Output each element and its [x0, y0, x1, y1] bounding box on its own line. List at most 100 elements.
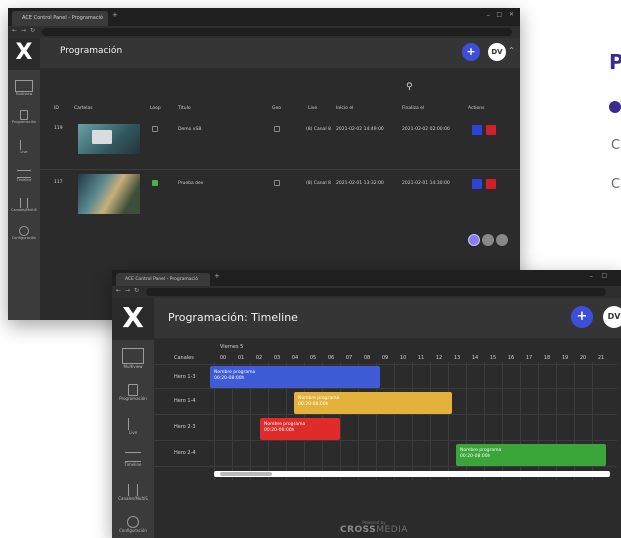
browser-tab[interactable]: ACE Control Panel - Programació: [116, 273, 210, 286]
program-block[interactable]: Nombre programa 00:20-08:00h: [210, 366, 380, 388]
address-field[interactable]: [42, 28, 512, 36]
sidebar-item-label: Live: [20, 150, 28, 154]
nav-forward-icon[interactable]: →: [125, 287, 130, 294]
hour-label: 09: [381, 355, 389, 361]
column-header: Título: [178, 106, 191, 111]
chevron-up-icon[interactable]: ^: [509, 47, 514, 54]
column-header: Live: [308, 106, 318, 111]
maximize-icon[interactable]: □: [601, 272, 607, 279]
list-icon: [128, 418, 138, 430]
hour-label: 10: [399, 355, 407, 361]
hour-label: 21: [597, 355, 605, 361]
calendar-icon: [20, 110, 28, 120]
geo-checkbox[interactable]: [274, 180, 280, 186]
sidebar-item-live[interactable]: Live: [8, 140, 40, 154]
pencil-icon[interactable]: [472, 125, 482, 135]
grid-icon: [15, 80, 33, 92]
sidebar-item-label: Timeline: [16, 178, 32, 182]
browser-tab-bar: ACE Control Panel - Programació + – □: [112, 270, 621, 286]
row-title: Demo vSB: [178, 127, 202, 132]
add-button[interactable]: +: [462, 43, 480, 61]
footer-brand: Powered by CROSSMEDIA: [340, 520, 408, 535]
nav-back-icon[interactable]: ←: [12, 27, 17, 34]
pagination-dot[interactable]: [496, 234, 508, 246]
avatar[interactable]: DV: [488, 43, 506, 61]
sidebar-item-label: Programación: [11, 120, 37, 124]
row-id: 119: [54, 126, 63, 131]
row-divider: [40, 169, 520, 170]
row-line: [154, 388, 617, 389]
app-logo: X: [8, 38, 40, 70]
hour-label: 14: [471, 355, 479, 361]
new-tab-icon[interactable]: +: [214, 272, 220, 280]
address-field[interactable]: [146, 288, 606, 296]
trash-icon[interactable]: [486, 179, 496, 189]
brand-name-light: MEDIA: [376, 525, 408, 535]
program-block[interactable]: Nombre programa 00:20-08:00h: [456, 444, 606, 466]
row-start: 2021-02-02 14:49:00: [336, 127, 384, 132]
nav-back-icon[interactable]: ←: [116, 287, 121, 294]
row-end: 2021-02-02 02:00:00: [402, 127, 450, 132]
hour-label: 18: [543, 355, 551, 361]
scrollbar-thumb[interactable]: [220, 472, 272, 476]
column-header: Finaliza el: [402, 106, 425, 111]
table-row[interactable]: 119 Demo vSB (8) Canal 8 2021-02-02 14:4…: [40, 120, 520, 168]
program-block[interactable]: Nombre programa 00:20-08:00h: [260, 418, 340, 440]
cartela-thumbnail[interactable]: [78, 174, 140, 214]
reload-icon[interactable]: ↻: [134, 287, 139, 294]
url-bar: ← → ↻: [8, 26, 520, 38]
horizontal-scrollbar[interactable]: [214, 471, 610, 477]
brand-name-bold: CROSS: [340, 525, 377, 535]
sidebar-item-live[interactable]: Live: [112, 418, 154, 435]
channel-label: Hero 1-4: [174, 398, 196, 404]
loop-checkbox[interactable]: [152, 126, 158, 132]
sidebar-item-canales[interactable]: Canales/MultiS: [112, 484, 154, 501]
column-header: Geo: [272, 106, 282, 111]
sidebar-item-configuracion[interactable]: Configuración: [8, 226, 40, 240]
pagination-dot[interactable]: [482, 234, 494, 246]
sidebar-item-configuracion[interactable]: Configuración: [112, 516, 154, 533]
sidebar-item-programacion[interactable]: Programación: [8, 110, 40, 124]
row-line: [154, 414, 617, 415]
maximize-icon[interactable]: □: [496, 11, 502, 18]
pencil-icon[interactable]: [472, 179, 482, 189]
day-label: Viernes 5: [220, 344, 244, 350]
avatar[interactable]: DV: [603, 306, 621, 328]
cartela-thumbnail[interactable]: [78, 124, 140, 154]
sidebar-item-label: Configuración: [11, 236, 37, 240]
row-live: (8) Canal 8: [306, 181, 331, 186]
browser-tab[interactable]: ACE Control Panel - Programació: [12, 11, 108, 26]
reload-icon[interactable]: ↻: [30, 27, 35, 34]
bullet-icon: [609, 101, 621, 113]
geo-checkbox[interactable]: [274, 126, 280, 132]
pagination-dot-active[interactable]: [468, 234, 480, 246]
grid-line: [412, 362, 413, 480]
program-time: 00:20-08:00h: [214, 376, 245, 381]
table-row[interactable]: 117 Prueba dev (8) Canal 8 2021-02-01 13…: [40, 174, 520, 222]
loop-checkbox[interactable]: [152, 180, 158, 186]
minimize-icon[interactable]: –: [487, 11, 491, 19]
close-icon[interactable]: ✕: [509, 11, 514, 18]
sidebar-item-timeline[interactable]: Timeline: [8, 170, 40, 182]
sidebar: X Multiview Programación Live Timeline C…: [112, 298, 154, 538]
sidebar-item-multiview[interactable]: Multiview: [112, 348, 154, 369]
sidebar-item-label: Canales/MultiS: [118, 496, 148, 501]
app-logo: X: [112, 298, 154, 340]
add-button[interactable]: +: [571, 306, 593, 328]
row-title: Prueba dev: [178, 181, 204, 186]
search-icon[interactable]: ⚲: [406, 82, 413, 92]
program-block[interactable]: Nombre programa 00:20-08:00h: [294, 392, 452, 414]
row-id: 117: [54, 180, 63, 185]
new-tab-icon[interactable]: +: [112, 11, 118, 19]
hour-label: 07: [345, 355, 353, 361]
nav-forward-icon[interactable]: →: [21, 27, 26, 34]
hour-label: 16: [507, 355, 515, 361]
trash-icon[interactable]: [486, 125, 496, 135]
sidebar-item-programacion[interactable]: Programación: [112, 384, 154, 401]
grid-line: [448, 362, 449, 480]
sidebar-item-multiview[interactable]: Multiview: [8, 80, 40, 96]
sidebar-item-timeline[interactable]: Timeline: [112, 452, 154, 467]
sidebar-item-canales[interactable]: Canales/MultiS: [8, 198, 40, 212]
minimize-icon[interactable]: –: [590, 272, 594, 280]
gear-icon: [19, 226, 29, 236]
